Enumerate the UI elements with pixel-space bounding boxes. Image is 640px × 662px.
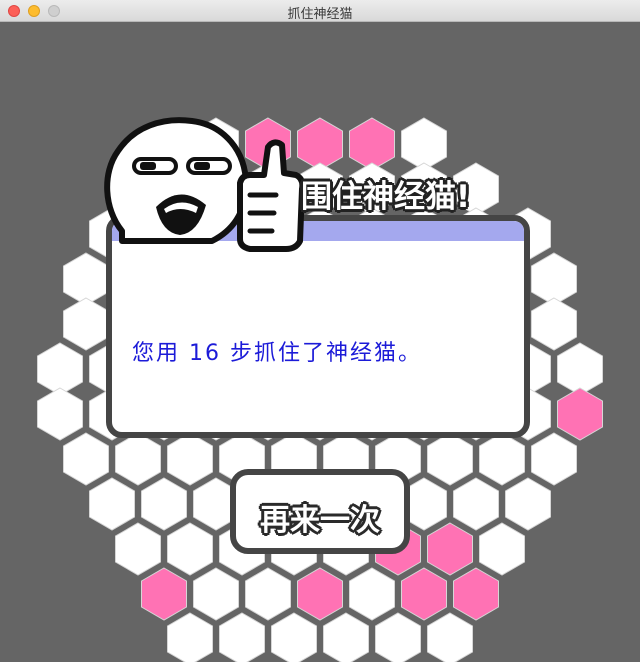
hex-cell[interactable] <box>37 342 83 396</box>
hex-cell-wall[interactable] <box>297 567 343 621</box>
hex-cell-wall[interactable] <box>401 567 447 621</box>
hex-cell-wall[interactable] <box>141 567 187 621</box>
replay-button[interactable]: 再来一次 <box>230 469 410 554</box>
replay-button-label: 再来一次 <box>260 503 380 538</box>
hex-cell[interactable] <box>349 567 395 621</box>
hex-cell[interactable] <box>427 612 473 662</box>
hex-cell[interactable] <box>141 477 187 531</box>
hex-cell[interactable] <box>193 567 239 621</box>
hex-cell[interactable] <box>245 567 291 621</box>
hex-cell-wall[interactable] <box>453 567 499 621</box>
hex-cell[interactable] <box>427 432 473 486</box>
hex-cell[interactable] <box>89 477 135 531</box>
hex-cell[interactable] <box>37 387 83 441</box>
hex-cell[interactable] <box>557 342 603 396</box>
result-message: 您用 16 步抓住了神经猫。 <box>132 341 422 366</box>
hex-cell[interactable] <box>401 117 447 171</box>
hex-cell[interactable] <box>167 432 213 486</box>
hex-cell[interactable] <box>115 522 161 576</box>
hex-cell-wall[interactable] <box>427 522 473 576</box>
hex-cell[interactable] <box>63 432 109 486</box>
hex-cell-wall[interactable] <box>349 117 395 171</box>
hex-cell[interactable] <box>115 432 161 486</box>
hex-cell[interactable] <box>167 612 213 662</box>
hex-cell-wall[interactable] <box>557 387 603 441</box>
hex-cell[interactable] <box>167 522 213 576</box>
hex-cell[interactable] <box>63 297 109 351</box>
hex-cell[interactable] <box>219 612 265 662</box>
hex-cell[interactable] <box>453 477 499 531</box>
hex-cell[interactable] <box>479 522 525 576</box>
hex-cell[interactable] <box>323 612 369 662</box>
hex-cell[interactable] <box>531 432 577 486</box>
hex-cell[interactable] <box>531 297 577 351</box>
thumbs-up-face-icon <box>104 117 306 252</box>
hex-cell[interactable] <box>531 252 577 306</box>
hex-cell[interactable] <box>63 252 109 306</box>
win-headline: 围住神经猫! <box>301 179 471 215</box>
hex-cell[interactable] <box>375 612 421 662</box>
hex-cell[interactable] <box>479 432 525 486</box>
hex-cell[interactable] <box>271 612 317 662</box>
hex-cell[interactable] <box>505 477 551 531</box>
